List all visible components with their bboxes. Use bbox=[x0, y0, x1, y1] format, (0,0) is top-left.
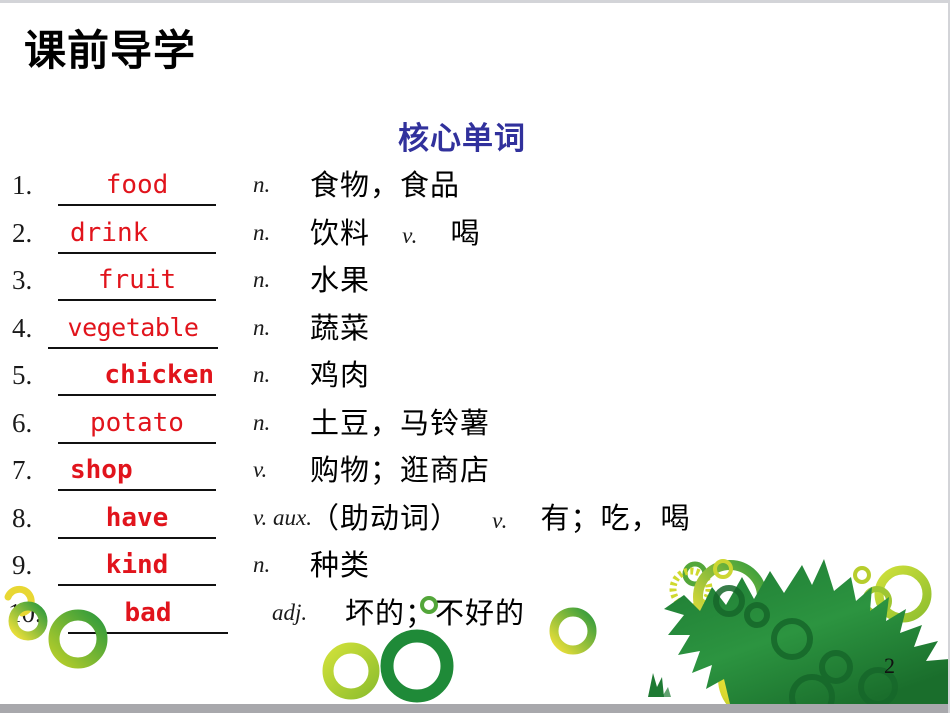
answer-word: have bbox=[105, 502, 169, 533]
answer-blank[interactable]: bad bbox=[68, 596, 228, 634]
meaning-text: （助动词） v. 有；吃，喝 bbox=[310, 499, 691, 541]
bottom-bar bbox=[0, 704, 948, 713]
vocabulary-row: 10. bad adj. 坏的；不好的 bbox=[0, 594, 948, 642]
part-of-speech-secondary: v. bbox=[492, 507, 509, 533]
answer-word: vegetable bbox=[67, 312, 199, 342]
part-of-speech: v. bbox=[253, 457, 268, 482]
section-heading: 核心单词 bbox=[398, 121, 526, 156]
part-of-speech: n. bbox=[253, 267, 271, 292]
page-number: 2 bbox=[884, 653, 895, 678]
meaning-text: 食物，食品 bbox=[310, 170, 461, 202]
row-index: 3. bbox=[12, 265, 33, 295]
meaning-text: 鸡肉 bbox=[310, 360, 371, 392]
vocabulary-list: 1. food n. 食物，食品 2. drink n. 饮料 v. 喝 3. … bbox=[0, 166, 948, 642]
part-of-speech: n. bbox=[253, 552, 271, 577]
row-index: 4. bbox=[12, 312, 33, 343]
part-of-speech: n. bbox=[253, 172, 271, 197]
vocabulary-row: 8. have v. aux. （助动词） v. 有；吃，喝 bbox=[0, 499, 948, 547]
meaning-text: 坏的；不好的 bbox=[345, 597, 526, 630]
vocabulary-row: 6. potato n. 土豆，马铃薯 bbox=[0, 404, 948, 452]
meaning-text: 购物；逛商店 bbox=[310, 455, 491, 487]
answer-blank[interactable]: potato bbox=[58, 406, 216, 444]
part-of-speech: n. bbox=[253, 219, 271, 245]
answer-blank[interactable]: chicken bbox=[58, 358, 216, 396]
answer-word: drink bbox=[70, 217, 149, 248]
answer-word: potato bbox=[90, 407, 184, 438]
meaning-text: 土豆，马铃薯 bbox=[310, 407, 491, 440]
vocabulary-row: 4. vegetable n. 蔬菜 bbox=[0, 309, 948, 357]
answer-blank[interactable]: kind bbox=[58, 548, 216, 586]
vocabulary-row: 7. shop v. 购物；逛商店 bbox=[0, 451, 948, 499]
slide-canvas: 课前导学 核心单词 1. food n. 食物，食品 2. drink n. 饮… bbox=[0, 0, 950, 713]
answer-word: bad bbox=[124, 597, 172, 628]
meaning-secondary: 有；吃，喝 bbox=[540, 502, 691, 535]
answer-word: fruit bbox=[97, 265, 177, 295]
part-of-speech: n. bbox=[253, 409, 271, 435]
meaning-text: 种类 bbox=[310, 550, 371, 582]
grass-tuft bbox=[648, 673, 671, 697]
row-index: 10. bbox=[8, 597, 42, 628]
answer-blank[interactable]: have bbox=[58, 501, 216, 539]
gradient-ball bbox=[718, 637, 802, 704]
row-index: 2. bbox=[12, 217, 33, 248]
page-title: 课前导学 bbox=[24, 27, 197, 74]
part-of-speech: n. bbox=[253, 362, 271, 387]
meaning-secondary: 喝 bbox=[450, 217, 481, 250]
row-index: 8. bbox=[12, 502, 33, 533]
answer-blank[interactable]: fruit bbox=[58, 263, 216, 301]
answer-word: chicken bbox=[104, 360, 214, 390]
part-of-speech: v. aux. bbox=[253, 504, 312, 530]
answer-word: shop bbox=[70, 455, 133, 485]
answer-blank[interactable]: drink bbox=[58, 216, 216, 254]
meaning-primary: （助动词） bbox=[310, 502, 461, 535]
part-of-speech-secondary: v. bbox=[402, 222, 419, 248]
row-index: 1. bbox=[12, 170, 33, 200]
vocabulary-row: 3. fruit n. 水果 bbox=[0, 261, 948, 309]
row-index: 7. bbox=[12, 455, 33, 485]
meaning-text: 水果 bbox=[310, 265, 371, 297]
row-index: 9. bbox=[12, 550, 33, 580]
answer-word: food bbox=[105, 170, 169, 200]
vocabulary-row: 5. chicken n. 鸡肉 bbox=[0, 356, 948, 404]
part-of-speech: adj. bbox=[272, 599, 308, 625]
answer-word: kind bbox=[105, 550, 169, 580]
vocabulary-row: 9. kind n. 种类 bbox=[0, 546, 948, 594]
answer-blank[interactable]: food bbox=[58, 168, 216, 206]
meaning-text: 饮料 v. 喝 bbox=[310, 214, 481, 256]
row-index: 6. bbox=[12, 407, 33, 438]
answer-blank[interactable]: vegetable bbox=[48, 311, 218, 349]
meaning-primary: 饮料 bbox=[310, 217, 371, 250]
meaning-text: 蔬菜 bbox=[310, 312, 371, 345]
part-of-speech: n. bbox=[253, 314, 271, 340]
answer-blank[interactable]: shop bbox=[58, 453, 216, 491]
vocabulary-row: 2. drink n. 饮料 v. 喝 bbox=[0, 214, 948, 262]
vocabulary-row: 1. food n. 食物，食品 bbox=[0, 166, 948, 214]
row-index: 5. bbox=[12, 360, 33, 390]
